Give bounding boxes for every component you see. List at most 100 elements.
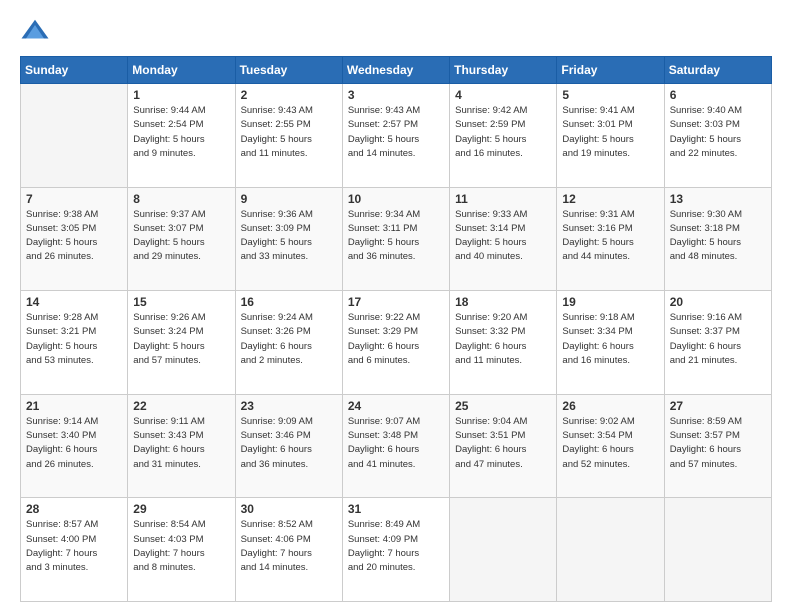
day-number: 23 bbox=[241, 399, 337, 413]
calendar-cell: 7 Sunrise: 9:38 AM Sunset: 3:05 PM Daylig… bbox=[21, 187, 128, 291]
calendar-cell: 30 Sunrise: 8:52 AM Sunset: 4:06 PM Dayli… bbox=[235, 498, 342, 602]
day-number: 7 bbox=[26, 192, 122, 206]
day-number: 9 bbox=[241, 192, 337, 206]
day-number: 26 bbox=[562, 399, 658, 413]
calendar-cell: 29 Sunrise: 8:54 AM Sunset: 4:03 PM Dayli… bbox=[128, 498, 235, 602]
calendar-cell: 28Sunrise: 8:57 AM Sunset: 4:00 PM Dayli… bbox=[21, 498, 128, 602]
calendar-cell: 15Sunrise: 9:26 AM Sunset: 3:24 PM Dayli… bbox=[128, 291, 235, 395]
day-number: 2 bbox=[241, 88, 337, 102]
calendar-cell: 11 Sunrise: 9:33 AM Sunset: 3:14 PM Dayli… bbox=[450, 187, 557, 291]
day-header-wednesday: Wednesday bbox=[342, 57, 449, 84]
day-header-monday: Monday bbox=[128, 57, 235, 84]
day-info: Sunrise: 9:18 AM Sunset: 3:34 PM Dayligh… bbox=[562, 311, 658, 368]
day-info: Sunrise: 9:22 AM Sunset: 3:29 PM Dayligh… bbox=[348, 311, 444, 368]
day-info: Sunrise: 9:38 AM Sunset: 3:05 PM Dayligh… bbox=[26, 208, 122, 265]
day-info: Sunrise: 9:28 AM Sunset: 3:21 PM Dayligh… bbox=[26, 311, 122, 368]
day-number: 13 bbox=[670, 192, 766, 206]
calendar-cell: 1Sunrise: 9:44 AM Sunset: 2:54 PM Daylig… bbox=[128, 84, 235, 188]
day-number: 25 bbox=[455, 399, 551, 413]
day-info: Sunrise: 9:14 AM Sunset: 3:40 PM Dayligh… bbox=[26, 415, 122, 472]
calendar-cell: 9 Sunrise: 9:36 AM Sunset: 3:09 PM Daylig… bbox=[235, 187, 342, 291]
day-info: Sunrise: 9:43 AM Sunset: 2:57 PM Dayligh… bbox=[348, 104, 444, 161]
day-number: 31 bbox=[348, 502, 444, 516]
day-info: Sunrise: 9:07 AM Sunset: 3:48 PM Dayligh… bbox=[348, 415, 444, 472]
day-number: 18 bbox=[455, 295, 551, 309]
calendar-cell bbox=[557, 498, 664, 602]
day-number: 4 bbox=[455, 88, 551, 102]
day-info: Sunrise: 9:02 AM Sunset: 3:54 PM Dayligh… bbox=[562, 415, 658, 472]
calendar-cell: 12 Sunrise: 9:31 AM Sunset: 3:16 PM Dayli… bbox=[557, 187, 664, 291]
day-info: Sunrise: 9:31 AM Sunset: 3:16 PM Dayligh… bbox=[562, 208, 658, 265]
calendar-cell: 31Sunrise: 8:49 AM Sunset: 4:09 PM Dayli… bbox=[342, 498, 449, 602]
calendar-cell: 17 Sunrise: 9:22 AM Sunset: 3:29 PM Dayli… bbox=[342, 291, 449, 395]
day-number: 22 bbox=[133, 399, 229, 413]
day-info: Sunrise: 9:41 AM Sunset: 3:01 PM Dayligh… bbox=[562, 104, 658, 161]
calendar-week-2: 7 Sunrise: 9:38 AM Sunset: 3:05 PM Daylig… bbox=[21, 187, 772, 291]
day-info: Sunrise: 8:52 AM Sunset: 4:06 PM Dayligh… bbox=[241, 518, 337, 575]
day-number: 29 bbox=[133, 502, 229, 516]
calendar-cell: 27Sunrise: 8:59 AM Sunset: 3:57 PM Dayli… bbox=[664, 394, 771, 498]
calendar-cell bbox=[664, 498, 771, 602]
calendar-week-1: 1Sunrise: 9:44 AM Sunset: 2:54 PM Daylig… bbox=[21, 84, 772, 188]
day-info: Sunrise: 9:04 AM Sunset: 3:51 PM Dayligh… bbox=[455, 415, 551, 472]
day-number: 12 bbox=[562, 192, 658, 206]
day-number: 5 bbox=[562, 88, 658, 102]
calendar-cell: 3 Sunrise: 9:43 AM Sunset: 2:57 PM Daylig… bbox=[342, 84, 449, 188]
calendar-cell: 19 Sunrise: 9:18 AM Sunset: 3:34 PM Dayli… bbox=[557, 291, 664, 395]
day-number: 30 bbox=[241, 502, 337, 516]
page: SundayMondayTuesdayWednesdayThursdayFrid… bbox=[0, 0, 792, 612]
day-number: 8 bbox=[133, 192, 229, 206]
day-number: 14 bbox=[26, 295, 122, 309]
calendar-cell: 8Sunrise: 9:37 AM Sunset: 3:07 PM Daylig… bbox=[128, 187, 235, 291]
logo bbox=[20, 16, 54, 46]
calendar-cell: 23Sunrise: 9:09 AM Sunset: 3:46 PM Dayli… bbox=[235, 394, 342, 498]
calendar-cell: 16 Sunrise: 9:24 AM Sunset: 3:26 PM Dayli… bbox=[235, 291, 342, 395]
calendar-cell: 26 Sunrise: 9:02 AM Sunset: 3:54 PM Dayli… bbox=[557, 394, 664, 498]
day-number: 11 bbox=[455, 192, 551, 206]
calendar-cell: 22 Sunrise: 9:11 AM Sunset: 3:43 PM Dayli… bbox=[128, 394, 235, 498]
day-number: 20 bbox=[670, 295, 766, 309]
day-number: 19 bbox=[562, 295, 658, 309]
calendar-cell bbox=[450, 498, 557, 602]
day-number: 21 bbox=[26, 399, 122, 413]
day-info: Sunrise: 9:44 AM Sunset: 2:54 PM Dayligh… bbox=[133, 104, 229, 161]
calendar-cell: 14 Sunrise: 9:28 AM Sunset: 3:21 PM Dayli… bbox=[21, 291, 128, 395]
day-info: Sunrise: 8:54 AM Sunset: 4:03 PM Dayligh… bbox=[133, 518, 229, 575]
day-number: 17 bbox=[348, 295, 444, 309]
calendar-cell: 5 Sunrise: 9:41 AM Sunset: 3:01 PM Daylig… bbox=[557, 84, 664, 188]
day-number: 6 bbox=[670, 88, 766, 102]
calendar-cell: 20 Sunrise: 9:16 AM Sunset: 3:37 PM Dayli… bbox=[664, 291, 771, 395]
day-info: Sunrise: 9:33 AM Sunset: 3:14 PM Dayligh… bbox=[455, 208, 551, 265]
day-header-tuesday: Tuesday bbox=[235, 57, 342, 84]
day-info: Sunrise: 9:34 AM Sunset: 3:11 PM Dayligh… bbox=[348, 208, 444, 265]
day-number: 10 bbox=[348, 192, 444, 206]
day-info: Sunrise: 9:36 AM Sunset: 3:09 PM Dayligh… bbox=[241, 208, 337, 265]
day-number: 16 bbox=[241, 295, 337, 309]
day-info: Sunrise: 9:30 AM Sunset: 3:18 PM Dayligh… bbox=[670, 208, 766, 265]
calendar-cell: 6 Sunrise: 9:40 AM Sunset: 3:03 PM Daylig… bbox=[664, 84, 771, 188]
calendar-cell bbox=[21, 84, 128, 188]
day-info: Sunrise: 9:20 AM Sunset: 3:32 PM Dayligh… bbox=[455, 311, 551, 368]
day-info: Sunrise: 9:24 AM Sunset: 3:26 PM Dayligh… bbox=[241, 311, 337, 368]
header bbox=[20, 16, 772, 46]
day-info: Sunrise: 9:16 AM Sunset: 3:37 PM Dayligh… bbox=[670, 311, 766, 368]
day-info: Sunrise: 9:42 AM Sunset: 2:59 PM Dayligh… bbox=[455, 104, 551, 161]
day-info: Sunrise: 9:43 AM Sunset: 2:55 PM Dayligh… bbox=[241, 104, 337, 161]
day-info: Sunrise: 9:11 AM Sunset: 3:43 PM Dayligh… bbox=[133, 415, 229, 472]
day-info: Sunrise: 9:40 AM Sunset: 3:03 PM Dayligh… bbox=[670, 104, 766, 161]
day-info: Sunrise: 8:57 AM Sunset: 4:00 PM Dayligh… bbox=[26, 518, 122, 575]
calendar-cell: 21 Sunrise: 9:14 AM Sunset: 3:40 PM Dayli… bbox=[21, 394, 128, 498]
day-info: Sunrise: 9:26 AM Sunset: 3:24 PM Dayligh… bbox=[133, 311, 229, 368]
calendar-week-4: 21 Sunrise: 9:14 AM Sunset: 3:40 PM Dayli… bbox=[21, 394, 772, 498]
calendar-week-3: 14 Sunrise: 9:28 AM Sunset: 3:21 PM Dayli… bbox=[21, 291, 772, 395]
day-header-sunday: Sunday bbox=[21, 57, 128, 84]
calendar-cell: 18 Sunrise: 9:20 AM Sunset: 3:32 PM Dayli… bbox=[450, 291, 557, 395]
calendar-cell: 10 Sunrise: 9:34 AM Sunset: 3:11 PM Dayli… bbox=[342, 187, 449, 291]
calendar-cell: 2 Sunrise: 9:43 AM Sunset: 2:55 PM Daylig… bbox=[235, 84, 342, 188]
calendar-week-5: 28Sunrise: 8:57 AM Sunset: 4:00 PM Dayli… bbox=[21, 498, 772, 602]
calendar-cell: 4 Sunrise: 9:42 AM Sunset: 2:59 PM Daylig… bbox=[450, 84, 557, 188]
calendar-header-row: SundayMondayTuesdayWednesdayThursdayFrid… bbox=[21, 57, 772, 84]
day-number: 24 bbox=[348, 399, 444, 413]
day-number: 3 bbox=[348, 88, 444, 102]
day-header-thursday: Thursday bbox=[450, 57, 557, 84]
